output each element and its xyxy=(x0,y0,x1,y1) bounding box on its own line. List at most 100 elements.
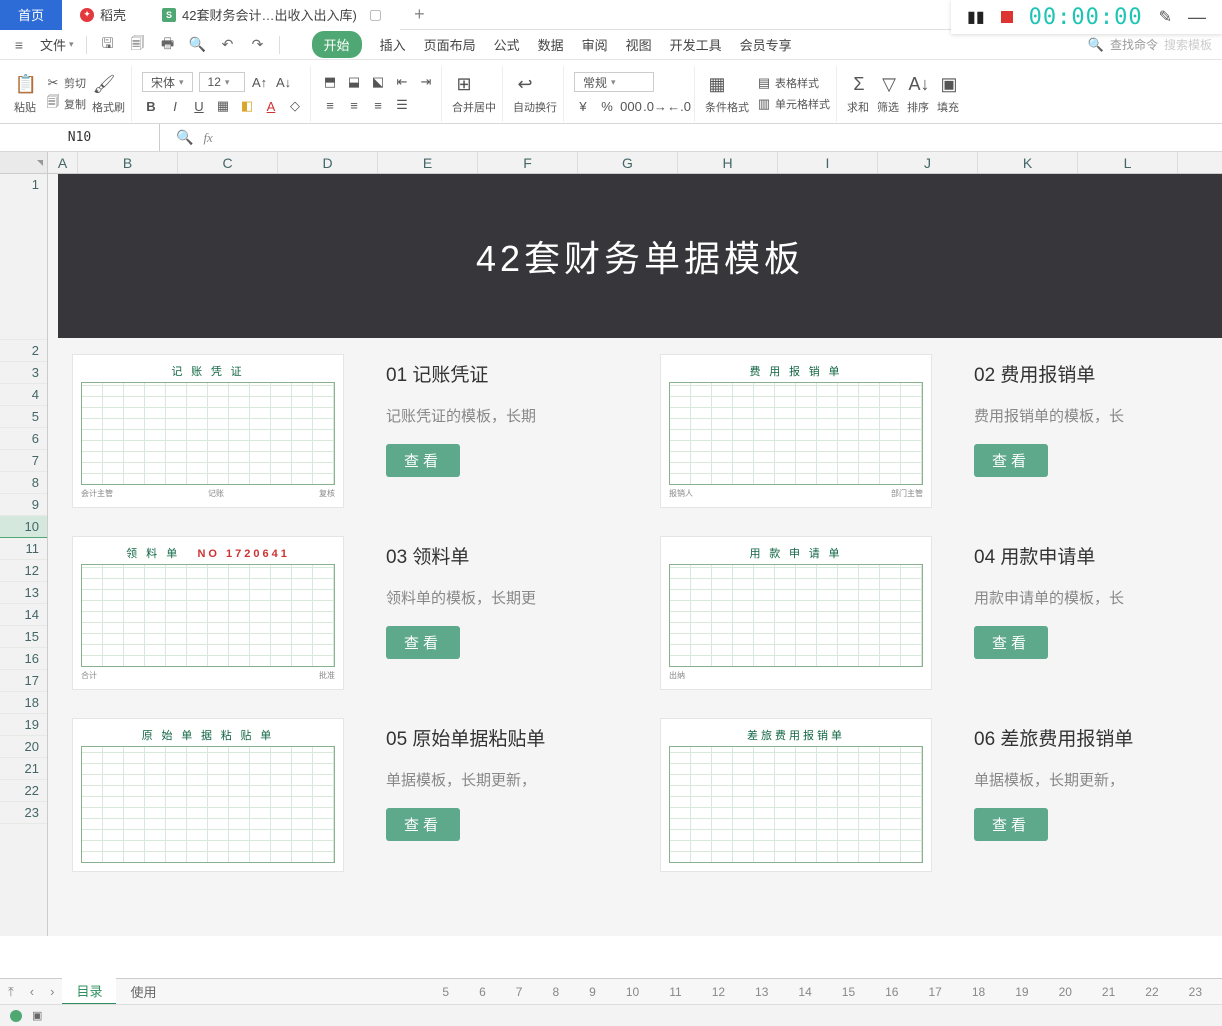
template-thumb[interactable]: 原 始 单 据 粘 贴 单 xyxy=(72,718,344,872)
sheet-tab[interactable]: 12 xyxy=(712,985,725,999)
font-name-select[interactable]: 宋体▾ xyxy=(142,72,193,92)
window-menu-icon[interactable]: ▢ xyxy=(369,6,382,23)
file-menu[interactable]: 文件▾ xyxy=(40,35,74,54)
print-preview-icon[interactable]: 🔍 xyxy=(189,36,207,54)
align-left-icon[interactable]: ≡ xyxy=(321,96,339,114)
sheet-tab[interactable]: 8 xyxy=(552,985,559,999)
ribbon-tab-start[interactable]: 开始 xyxy=(312,31,362,58)
decrease-decimal-icon[interactable]: ←.0 xyxy=(670,97,688,115)
row-header[interactable]: 5 xyxy=(0,406,47,428)
align-right-icon[interactable]: ≡ xyxy=(369,96,387,114)
col-header[interactable]: L xyxy=(1078,152,1178,173)
increase-font-icon[interactable]: A↑ xyxy=(251,73,269,91)
ribbon-tab-view[interactable]: 视图 xyxy=(626,35,652,54)
template-thumb[interactable]: 用 款 申 请 单出纳 xyxy=(660,536,932,690)
col-header[interactable]: H xyxy=(678,152,778,173)
col-header[interactable]: F xyxy=(478,152,578,173)
view-button[interactable]: 查看 xyxy=(974,808,1048,841)
row-header[interactable]: 7 xyxy=(0,450,47,472)
row-header[interactable]: 14 xyxy=(0,604,47,626)
sheet-tab[interactable]: 21 xyxy=(1102,985,1115,999)
percent-icon[interactable]: % xyxy=(598,97,616,115)
row-header[interactable]: 15 xyxy=(0,626,47,648)
tab-docer[interactable]: ✦稻壳 xyxy=(62,0,144,30)
sum-button[interactable]: Σ求和 xyxy=(847,72,871,115)
sheet-tab[interactable]: 5 xyxy=(442,985,449,999)
sheet-tab[interactable]: 13 xyxy=(755,985,768,999)
format-painter-button[interactable]: 🖌格式刷 xyxy=(92,72,125,115)
col-header[interactable]: J xyxy=(878,152,978,173)
ribbon-search[interactable]: 🔍 查找命令 搜索模板 xyxy=(1088,36,1212,53)
col-header[interactable]: B xyxy=(78,152,178,173)
increase-decimal-icon[interactable]: .0→ xyxy=(646,97,664,115)
row-header[interactable]: 9 xyxy=(0,494,47,516)
border-icon[interactable]: ▦ xyxy=(214,97,232,115)
pen-icon[interactable]: ✎ xyxy=(1159,7,1172,27)
sheet-nav-next-icon[interactable]: › xyxy=(42,984,62,999)
col-header[interactable]: C xyxy=(178,152,278,173)
row-header[interactable]: 16 xyxy=(0,648,47,670)
italic-icon[interactable]: I xyxy=(166,97,184,115)
sheet-tab[interactable]: 16 xyxy=(885,985,898,999)
justify-icon[interactable]: ☰ xyxy=(393,96,411,114)
align-middle-icon[interactable]: ⬓ xyxy=(345,73,363,91)
row-header[interactable]: 8 xyxy=(0,472,47,494)
indent-increase-icon[interactable]: ⇥ xyxy=(417,73,435,91)
view-button[interactable]: 查看 xyxy=(974,626,1048,659)
template-thumb[interactable]: 记 账 凭 证会计主管记账复核 xyxy=(72,354,344,508)
row-header[interactable]: 22 xyxy=(0,780,47,802)
align-top-icon[interactable]: ⬒ xyxy=(321,73,339,91)
row-header[interactable]: 4 xyxy=(0,384,47,406)
sort-button[interactable]: A↓排序 xyxy=(907,72,931,115)
search-icon[interactable]: 🔍 xyxy=(176,129,193,146)
row-header[interactable]: 18 xyxy=(0,692,47,714)
ribbon-tab-review[interactable]: 审阅 xyxy=(582,35,608,54)
row-header[interactable]: 3 xyxy=(0,362,47,384)
sheet-tab[interactable]: 20 xyxy=(1059,985,1072,999)
sheet-tab[interactable]: 9 xyxy=(589,985,596,999)
sheet-tab[interactable]: 15 xyxy=(842,985,855,999)
sheet-tab[interactable]: 6 xyxy=(479,985,486,999)
row-header[interactable]: 1 xyxy=(0,174,47,340)
sheet-tab[interactable]: 7 xyxy=(516,985,523,999)
ribbon-tab-dev[interactable]: 开发工具 xyxy=(670,35,722,54)
undo-icon[interactable]: ↶ xyxy=(219,36,237,54)
tab-home[interactable]: 首页 xyxy=(0,0,62,30)
col-header[interactable]: I xyxy=(778,152,878,173)
sheet-tab[interactable]: 14 xyxy=(798,985,811,999)
paste-button[interactable]: 📋粘贴 xyxy=(14,72,38,115)
underline-icon[interactable]: U xyxy=(190,97,208,115)
fx-icon[interactable]: fx xyxy=(203,130,212,146)
row-header[interactable]: 12 xyxy=(0,560,47,582)
template-thumb[interactable]: 领 料 单 NO 1720641合计批准 xyxy=(72,536,344,690)
filter-button[interactable]: ▽筛选 xyxy=(877,72,901,115)
number-format-select[interactable]: 常规▾ xyxy=(574,72,654,92)
menu-icon[interactable]: ≡ xyxy=(10,36,28,54)
pause-icon[interactable]: ▮▮ xyxy=(967,7,985,27)
ribbon-tab-insert[interactable]: 插入 xyxy=(380,35,406,54)
redo-icon[interactable]: ↷ xyxy=(249,36,267,54)
copy-button[interactable]: 🗐复制 xyxy=(44,95,86,113)
indent-decrease-icon[interactable]: ⇤ xyxy=(393,73,411,91)
font-color-icon[interactable]: A xyxy=(262,97,280,115)
sheet-tab[interactable]: 11 xyxy=(669,985,681,999)
row-header[interactable]: 21 xyxy=(0,758,47,780)
bold-icon[interactable]: B xyxy=(142,97,160,115)
row-header[interactable]: 17 xyxy=(0,670,47,692)
save-as-icon[interactable]: 🗐 xyxy=(129,36,147,54)
sheet-tab[interactable]: 23 xyxy=(1189,985,1202,999)
clear-format-icon[interactable]: ◇ xyxy=(286,97,304,115)
merge-button[interactable]: ⊞合并居中 xyxy=(452,72,496,115)
template-thumb[interactable]: 差旅费用报销单 xyxy=(660,718,932,872)
tab-current-file[interactable]: S42套财务会计…出收入出入库)▢ xyxy=(144,0,400,30)
col-header[interactable]: E xyxy=(378,152,478,173)
save-icon[interactable]: 🖫 xyxy=(99,36,117,54)
ribbon-tab-data[interactable]: 数据 xyxy=(538,35,564,54)
col-header[interactable]: A xyxy=(48,152,78,173)
col-header[interactable]: D xyxy=(278,152,378,173)
sheet-nav-first-icon[interactable]: ⤒ xyxy=(0,984,22,1000)
fill-button[interactable]: ▣填充 xyxy=(937,72,961,115)
sheet-tab[interactable]: 19 xyxy=(1015,985,1028,999)
row-header[interactable]: 10 xyxy=(0,516,47,538)
tab-new[interactable]: + xyxy=(400,0,439,30)
